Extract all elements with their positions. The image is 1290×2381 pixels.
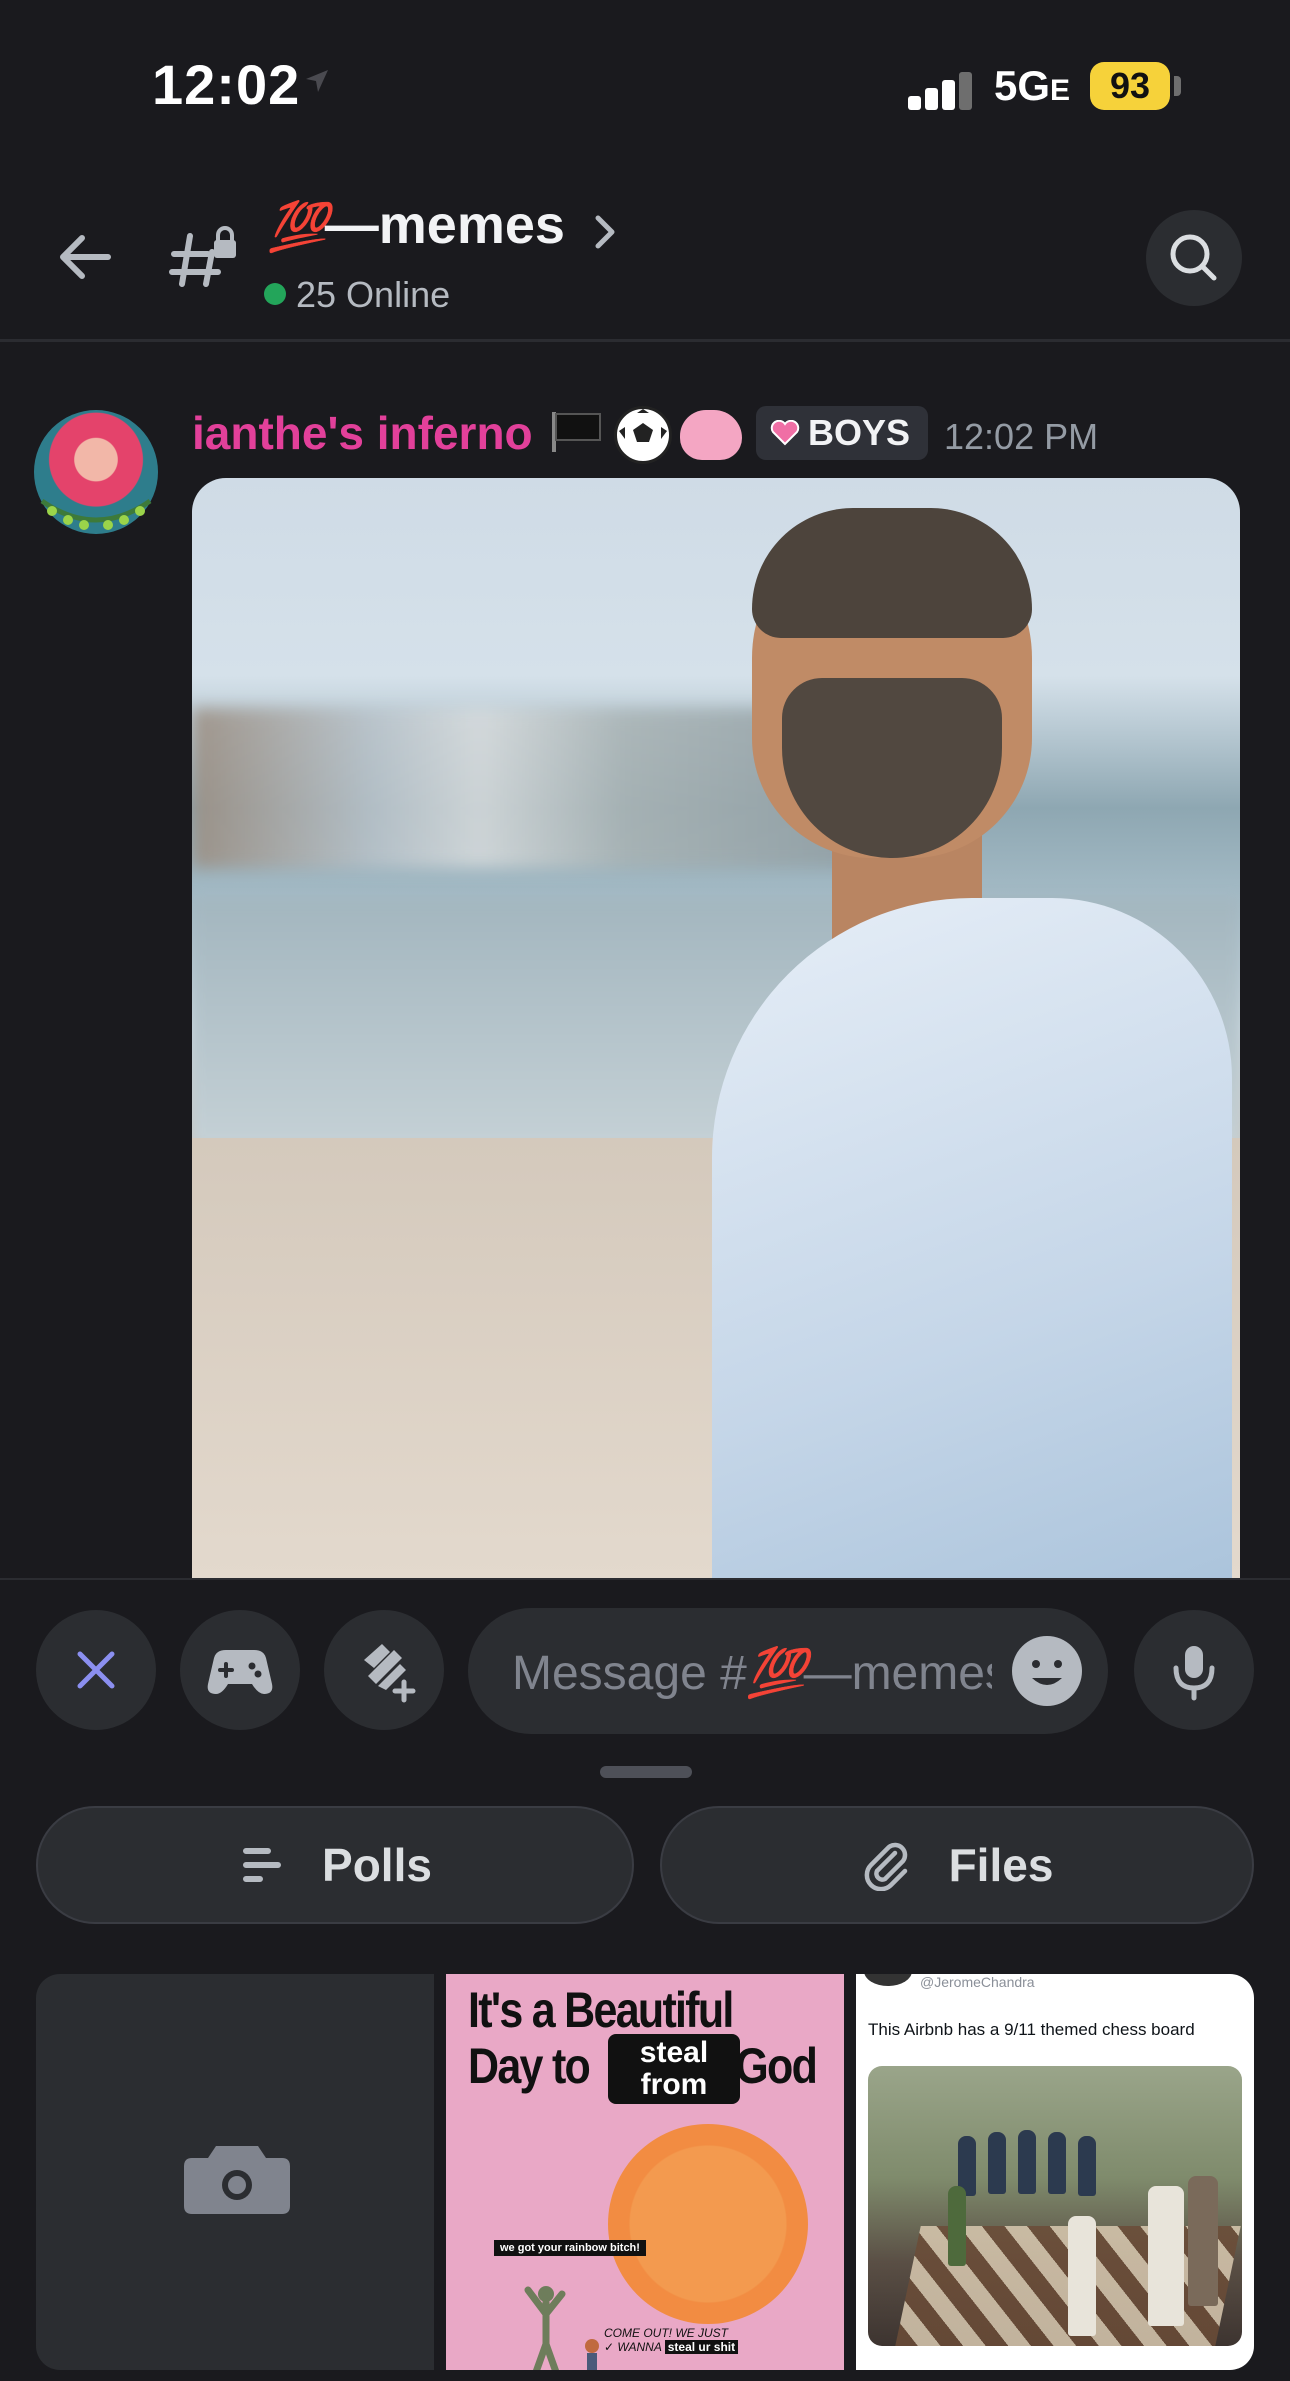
files-button[interactable]: Files bbox=[660, 1806, 1254, 1924]
chevron-right-icon[interactable] bbox=[590, 212, 620, 252]
drawer-drag-handle[interactable] bbox=[600, 1766, 692, 1778]
message-placeholder: Message #💯—memes bbox=[512, 1647, 992, 1700]
polls-button[interactable]: Polls bbox=[36, 1806, 634, 1924]
meme-steal-from-box: steal from bbox=[608, 2034, 740, 2104]
poll-icon bbox=[243, 1848, 282, 1882]
channel-title[interactable]: 💯—memes bbox=[268, 194, 565, 256]
message-composer: Message #💯—memes bbox=[0, 1578, 1290, 1748]
gamepad-icon bbox=[207, 1650, 273, 1694]
online-status: 25 Online bbox=[264, 274, 450, 316]
photo-subject-shirt bbox=[712, 898, 1232, 1578]
black-flag-emoji bbox=[548, 410, 604, 454]
message-timestamp: 12:02 PM bbox=[944, 416, 1099, 457]
status-time: 12:02 bbox=[152, 53, 301, 116]
soccer-ball-emoji bbox=[614, 406, 672, 464]
role-label: BOYS bbox=[808, 412, 911, 453]
polls-label: Polls bbox=[322, 1839, 432, 1891]
emoji-picker-button[interactable] bbox=[1012, 1636, 1082, 1706]
heart-icon bbox=[770, 420, 800, 446]
close-drawer-button[interactable] bbox=[36, 1610, 156, 1730]
files-label: Files bbox=[948, 1839, 1054, 1891]
gallery-image-meme[interactable]: It's a Beautiful Day to God steal from we… bbox=[446, 1974, 844, 2370]
tweet-photo bbox=[868, 2066, 1242, 2346]
message-author[interactable]: ianthe's inferno bbox=[192, 406, 533, 460]
online-count: 25 Online bbox=[296, 274, 451, 315]
message-input[interactable]: Message #💯—memes bbox=[468, 1608, 1108, 1734]
chess-piece bbox=[1068, 2216, 1096, 2336]
chess-piece bbox=[1018, 2130, 1036, 2194]
search-button[interactable] bbox=[1146, 210, 1242, 306]
avatar-decoration bbox=[34, 495, 158, 535]
back-button[interactable] bbox=[50, 222, 120, 292]
photo-subject-hair bbox=[752, 508, 1032, 638]
location-arrow-icon bbox=[304, 68, 330, 94]
network-type: 5GE bbox=[994, 62, 1071, 109]
channel-name-text: —memes bbox=[324, 195, 565, 255]
chess-piece bbox=[948, 2186, 966, 2266]
paperclip-icon bbox=[864, 1842, 907, 1891]
hundred-points-emoji: 💯 bbox=[268, 201, 328, 254]
camera-icon bbox=[184, 2146, 290, 2214]
meme-caption: we got your rainbow bitch! bbox=[494, 2240, 646, 2256]
smiley-icon bbox=[1032, 1660, 1062, 1685]
rocket-plus-icon bbox=[364, 1644, 416, 1703]
tweet-avatar bbox=[864, 1974, 912, 1986]
status-bar: 12:02 5GE 93 bbox=[0, 0, 1290, 170]
chess-piece bbox=[1148, 2186, 1184, 2326]
meme-sun bbox=[608, 2124, 808, 2324]
microphone-icon bbox=[1173, 1646, 1215, 1701]
role-badge[interactable]: BOYS bbox=[756, 406, 929, 460]
activities-button[interactable] bbox=[180, 1610, 300, 1730]
search-icon bbox=[1170, 234, 1217, 281]
camera-tile[interactable] bbox=[36, 1974, 434, 2370]
cellular-signal-icon bbox=[908, 70, 976, 110]
voice-message-button[interactable] bbox=[1134, 1610, 1254, 1730]
tweet-handle: @JeromeChandra bbox=[920, 1974, 1035, 1990]
gallery-image-tweet[interactable]: @JeromeChandra This Airbnb has a 9/11 th… bbox=[856, 1974, 1254, 2370]
chess-piece bbox=[988, 2132, 1006, 2194]
channel-header: 💯—memes 25 Online bbox=[0, 170, 1290, 342]
locked-channel-hash-icon bbox=[168, 222, 240, 294]
chess-piece bbox=[1188, 2176, 1218, 2306]
brain-emoji bbox=[680, 410, 742, 460]
chess-piece bbox=[1048, 2132, 1066, 2194]
message-image-attachment[interactable] bbox=[192, 478, 1240, 1578]
apps-button[interactable] bbox=[324, 1610, 444, 1730]
meme-small-text: COME OUT! WE JUST ✓ WANNA steal ur shit bbox=[604, 2326, 739, 2354]
chess-piece bbox=[1078, 2136, 1096, 2196]
battery-level: 93 bbox=[1090, 62, 1170, 110]
arrow-left-icon bbox=[60, 235, 111, 279]
tweet-text: This Airbnb has a 9/11 themed chess boar… bbox=[868, 2020, 1195, 2039]
close-icon bbox=[77, 1651, 115, 1689]
online-dot-icon bbox=[264, 283, 286, 305]
battery-tip bbox=[1174, 76, 1181, 96]
meme-people-illustration bbox=[506, 2264, 616, 2370]
